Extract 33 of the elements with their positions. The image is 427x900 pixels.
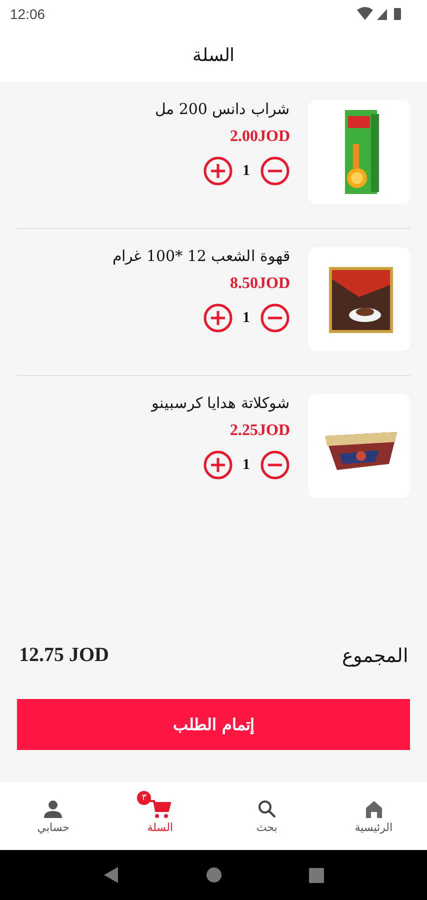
status-icons <box>357 7 403 21</box>
cart-icon[interactable] <box>149 798 172 818</box>
home-circle-icon[interactable] <box>206 867 222 883</box>
product-name: شراب دانس 200 مل <box>155 100 290 118</box>
home-icon[interactable] <box>364 798 384 818</box>
total-label: المجموع <box>342 644 408 667</box>
page-title: السلة <box>192 44 234 66</box>
minus-button[interactable] <box>260 303 290 333</box>
plus-button[interactable] <box>202 156 232 186</box>
plus-button[interactable] <box>202 450 232 480</box>
nav-tab[interactable]: الرئيسية <box>354 820 393 834</box>
product-price: 2.00JOD <box>230 128 290 146</box>
nav-tab[interactable]: السلة <box>147 820 174 834</box>
person-icon[interactable] <box>43 798 64 818</box>
minus-button[interactable] <box>260 450 290 480</box>
status-time: 12:06 <box>10 6 46 22</box>
product-name: قهوة الشعب 12 *100 غرام <box>112 247 290 265</box>
product-name: شوكلاتة هدايا كرسبينو <box>151 394 290 412</box>
back-icon[interactable] <box>103 866 120 884</box>
quantity-value: 1 <box>242 162 250 180</box>
cart-count-badge: ٣ <box>137 790 152 804</box>
product-price: 2.25JOD <box>230 422 290 440</box>
total-value: 12.75 JOD <box>19 644 109 667</box>
minus-button[interactable] <box>260 156 290 186</box>
quantity-value: 1 <box>242 456 250 474</box>
plus-button[interactable] <box>202 303 232 333</box>
recents-icon[interactable] <box>308 868 324 882</box>
checkout-button[interactable]: إتمام الطلب <box>17 699 410 750</box>
nav-tab[interactable]: بحث <box>256 820 278 834</box>
search-icon[interactable] <box>256 798 277 818</box>
nav-tab[interactable]: حسابي <box>37 820 70 834</box>
quantity-value: 1 <box>242 310 250 326</box>
product-price: 8.50JOD <box>230 275 290 293</box>
